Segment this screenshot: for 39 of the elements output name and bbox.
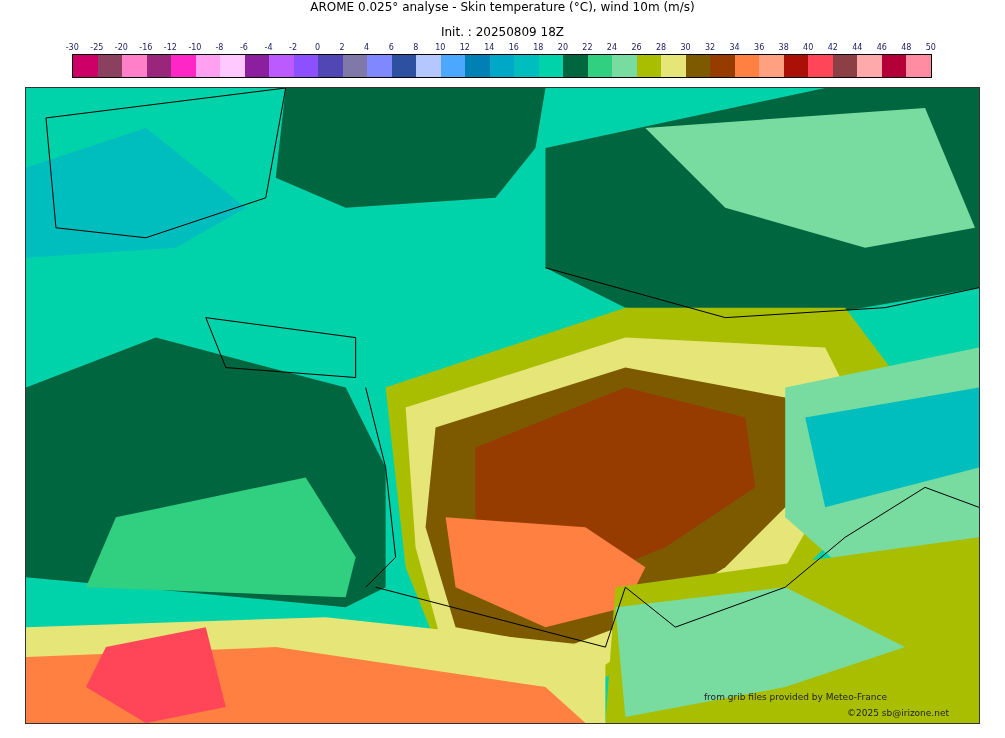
scale-tick-label: -16 [138,42,154,53]
scale-tick-label: -10 [187,42,203,53]
scale-tick-label: 8 [412,42,420,53]
scale-tick-label: -25 [89,42,105,53]
chart-subtitle: Init. : 20250809 18Z [440,25,565,40]
scale-tick-label: 28 [654,42,668,53]
scale-tick-label: 10 [434,42,447,53]
scale-tick-label: -8 [214,42,225,53]
scale-tick-label: 40 [802,42,815,53]
scale-tick-label: 12 [458,42,471,53]
scale-tick-label: 38 [777,42,790,53]
scale-tick-label: 42 [826,42,839,53]
scale-tick-label: 2 [338,42,346,53]
scale-tick-label: 18 [532,42,545,53]
scale-tick-label: -30 [64,42,80,53]
scale-tick-label: 26 [630,42,643,53]
scale-tick-label: 34 [728,42,741,53]
scale-tick-label: 32 [704,42,717,53]
chart-title: AROME 0.025° analyse - Skin temperature (°C), wind 10m (m/s) [310,0,695,15]
scale-tick-label: 22 [581,42,594,53]
scale-tick-label: 14 [483,42,496,53]
scale-tick-label: 4 [363,42,371,53]
scale-tick-label: 24 [605,42,619,53]
scale-tick-label: -6 [239,42,249,53]
scale-tick-label: 48 [900,42,913,53]
scale-tick-label: -4 [263,42,274,53]
scale-tick-label: 0 [314,42,322,53]
scale-tick-label: 6 [387,42,395,53]
scale-tick-label: 50 [924,42,937,53]
scale-tick-label: 46 [875,42,888,53]
scale-tick-label: -2 [288,42,299,53]
scale-tick-label: 16 [507,42,520,53]
scale-tick-label: 20 [556,42,569,53]
scale-tick-label: -12 [162,42,178,53]
scale-tick-label: 30 [679,42,692,53]
scale-tick-label: 44 [851,42,864,53]
scale-tick-label: 36 [753,42,766,53]
scale-tick-label: -20 [113,42,129,53]
credit-text: ©2025 sb@irizone.net [847,707,949,720]
